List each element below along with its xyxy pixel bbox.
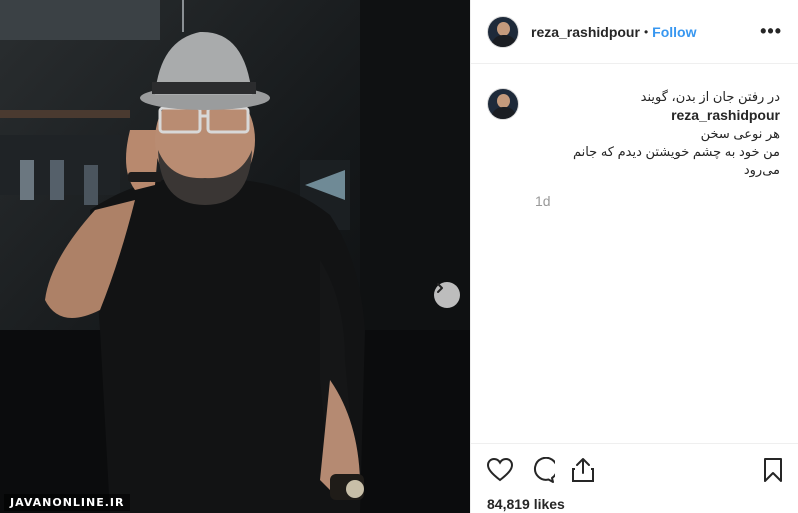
heart-icon: [487, 458, 513, 482]
post-header: reza_rashidpour • Follow •••: [471, 0, 798, 64]
photo-illustration: [0, 0, 470, 513]
caption-comment: در رفتن جان از بدن، گویند reza_rashidpou…: [487, 88, 782, 209]
comment-icon: [534, 457, 555, 483]
save-button[interactable]: [763, 457, 783, 483]
follow-button[interactable]: Follow: [652, 24, 696, 40]
author-username[interactable]: reza_rashidpour: [531, 24, 640, 40]
watermark: JAVANONLINE.IR: [4, 494, 131, 511]
next-photo-button[interactable]: [434, 282, 460, 308]
action-bar: 84,819 likes: [471, 443, 798, 512]
caption-line-2: هر نوعی سخن: [700, 126, 780, 141]
chevron-right-icon: [437, 283, 443, 293]
like-button[interactable]: [487, 458, 513, 482]
likes-count[interactable]: 84,819 likes: [487, 496, 783, 512]
share-button[interactable]: [571, 457, 595, 483]
caption-avatar[interactable]: [487, 88, 519, 120]
post-details-panel: reza_rashidpour • Follow ••• در رفتن جان…: [470, 0, 798, 513]
more-options-icon[interactable]: •••: [760, 21, 782, 42]
caption-username[interactable]: reza_rashidpour: [671, 107, 780, 123]
post-timestamp[interactable]: 1d: [535, 193, 780, 209]
post-photo[interactable]: JAVANONLINE.IR: [0, 0, 470, 513]
bookmark-icon: [764, 458, 782, 482]
comments-section: در رفتن جان از بدن، گویند reza_rashidpou…: [471, 64, 798, 444]
share-icon: [572, 458, 594, 482]
caption-line-1: در رفتن جان از بدن، گویند reza_rashidpou…: [535, 88, 780, 125]
caption-line-1-text: در رفتن جان از بدن، گویند: [640, 89, 780, 104]
separator-dot: •: [643, 24, 649, 39]
caption-line-3: من خود به چشم خویشتن دیدم که جانم می‌رود: [572, 144, 780, 177]
avatar[interactable]: [487, 15, 519, 48]
comment-button[interactable]: [529, 457, 555, 483]
